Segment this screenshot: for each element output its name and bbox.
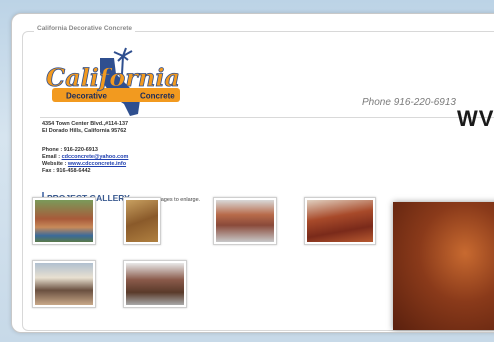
enlarged-floor-photo[interactable] bbox=[393, 202, 494, 330]
header-phone: Phone 916-220-6913 bbox=[362, 97, 456, 108]
garage-photo bbox=[35, 263, 93, 305]
address-line-1: 4354 Town Center Blvd.,#114-137 bbox=[42, 121, 129, 127]
contact-phone: Phone : 916-220-6913 bbox=[42, 147, 98, 153]
contact-fax: Fax : 916-458-6442 bbox=[42, 168, 91, 174]
gallery-thumb-patio[interactable] bbox=[32, 197, 96, 245]
logo-script-text: California bbox=[46, 63, 180, 92]
gallery-thumb-entry[interactable] bbox=[123, 260, 187, 308]
contact-website-row: Website : www.cdcconcrete.info bbox=[42, 161, 128, 168]
entry-photo bbox=[126, 263, 184, 305]
gallery-thumb-floor[interactable] bbox=[304, 197, 376, 245]
patio-photo bbox=[35, 200, 93, 242]
contact-block: Phone : 916-220-6913 Email : cdcconcrete… bbox=[42, 147, 128, 175]
fieldset-legend: California Decorative Concrete bbox=[34, 25, 136, 32]
logo-band-right: Concrete bbox=[140, 92, 175, 101]
email-link[interactable]: cdcconcrete@yahoo.com bbox=[62, 154, 129, 160]
logo-band-left: Decorative bbox=[66, 92, 107, 101]
company-logo[interactable]: California Decorative Concrete bbox=[42, 44, 187, 122]
stairs-photo bbox=[126, 200, 158, 242]
email-label: Email : bbox=[42, 154, 62, 160]
website-banner-text: WV bbox=[457, 106, 494, 131]
content-card: California Decorative Concrete Californi… bbox=[11, 13, 494, 333]
wall-photo bbox=[216, 200, 274, 242]
website-link[interactable]: www.cdcconcrete.info bbox=[68, 161, 126, 167]
contact-email-row: Email : cdcconcrete@yahoo.com bbox=[42, 154, 128, 161]
gallery-thumb-stairs[interactable] bbox=[123, 197, 161, 245]
address-line-2: El Dorado Hills, California 95762 bbox=[42, 128, 127, 134]
website-label: Website : bbox=[42, 161, 68, 167]
floor-photo bbox=[307, 200, 373, 242]
header-divider bbox=[40, 117, 494, 118]
address-block: 4354 Town Center Blvd.,#114-137 El Dorad… bbox=[42, 121, 128, 135]
gallery-thumb-wall[interactable] bbox=[213, 197, 277, 245]
gallery-thumb-garage[interactable] bbox=[32, 260, 96, 308]
